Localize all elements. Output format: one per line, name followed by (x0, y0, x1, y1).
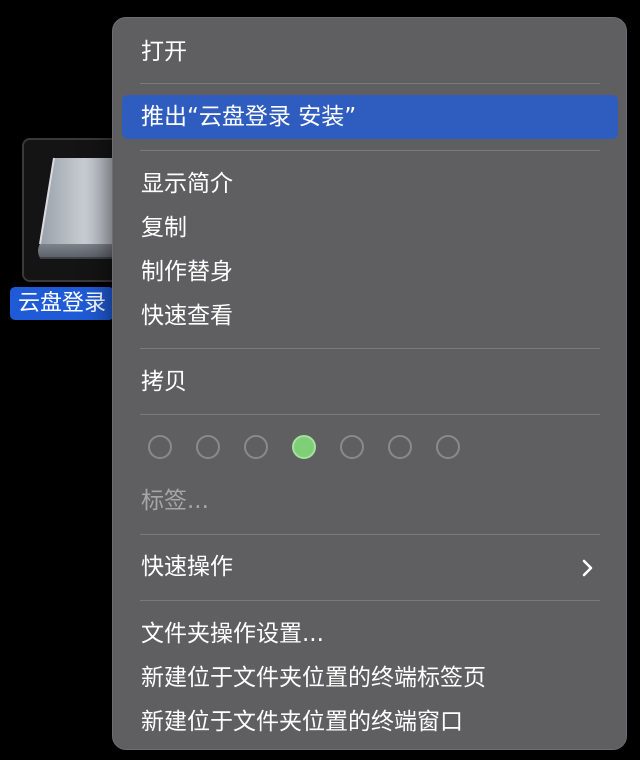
tag-color-dot[interactable] (244, 435, 268, 459)
tag-color-dot[interactable] (340, 435, 364, 459)
chevron-right-icon (582, 559, 593, 577)
menu-separator (140, 600, 600, 601)
menu-separator (140, 83, 600, 84)
tag-color-dot[interactable] (148, 435, 172, 459)
disk-name-label[interactable]: 云盘登录 (10, 287, 115, 320)
tag-color-dot[interactable] (436, 435, 460, 459)
menu-item-new-terminal-tab[interactable]: 新建位于文件夹位置的终端标签页 (141, 662, 486, 694)
menu-separator (140, 414, 600, 415)
menu-separator (140, 348, 600, 349)
menu-item-new-terminal-window[interactable]: 新建位于文件夹位置的终端窗口 (141, 706, 463, 738)
menu-item-eject[interactable]: 推出“云盘登录 安装” (122, 95, 618, 139)
menu-item-duplicate[interactable]: 复制 (141, 212, 187, 244)
tag-color-dot-green[interactable] (292, 435, 316, 459)
menu-item-folder-actions-setup[interactable]: 文件夹操作设置... (141, 618, 324, 650)
tag-color-dot[interactable] (196, 435, 220, 459)
menu-separator (140, 534, 600, 535)
menu-item-quick-actions[interactable]: 快速操作 (141, 551, 233, 583)
menu-item-copy[interactable]: 拷贝 (141, 366, 187, 398)
menu-item-open[interactable]: 打开 (141, 36, 187, 68)
menu-item-eject-label: 推出“云盘登录 安装” (141, 104, 357, 130)
menu-item-get-info[interactable]: 显示简介 (141, 168, 233, 200)
context-menu: 打开 推出“云盘登录 安装” 显示简介 复制 制作替身 快速查看 拷贝 标签..… (112, 17, 627, 750)
menu-item-quick-look[interactable]: 快速查看 (141, 300, 233, 332)
tag-color-dot[interactable] (388, 435, 412, 459)
menu-item-make-alias[interactable]: 制作替身 (141, 256, 233, 288)
desktop: 云盘登录 打开 推出“云盘登录 安装” 显示简介 复制 制作替身 快速查看 拷贝… (0, 0, 640, 760)
menu-item-tags[interactable]: 标签... (141, 485, 209, 517)
menu-separator (140, 150, 600, 151)
